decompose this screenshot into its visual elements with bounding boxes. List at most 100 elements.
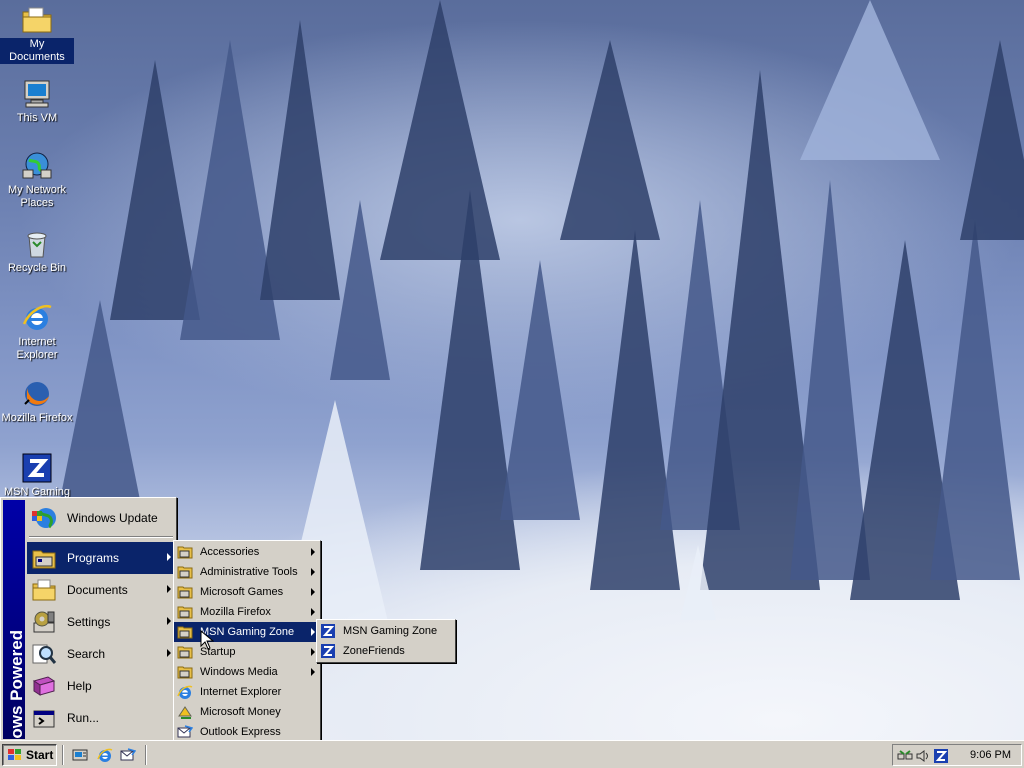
gaming-item-msn-gaming-zone[interactable]: MSN Gaming Zone [317,621,455,641]
gaming-item-zonefriends[interactable]: ZoneFriends [317,641,455,661]
start-item-programs[interactable]: Programs [27,542,175,574]
system-tray: 9:06 PM [892,744,1022,766]
submenu-arrow-icon [311,588,315,596]
msn-zone-icon [321,644,335,658]
windows-update-icon [32,508,56,529]
program-item-label: Internet Explorer [200,686,282,698]
recycle-bin-icon [27,232,47,258]
program-item-microsoft-money[interactable]: Microsoft Money [174,702,320,722]
folder-documents-icon [22,7,52,33]
submenu-arrow-icon [311,668,315,676]
show-desktop-icon[interactable] [72,747,88,763]
help-icon [32,676,56,696]
internet-explorer-icon [177,685,193,699]
program-item-microsoft-games[interactable]: Microsoft Games [174,582,320,602]
program-item-accessories[interactable]: Accessories [174,542,320,562]
desktop-icon-msn-gaming[interactable]: MSN Gaming [0,452,74,499]
taskbar: Start 9:06 PM [0,740,1024,768]
submenu-arrow-icon [167,585,171,593]
start-button-label: Start [26,748,54,762]
program-item-label: Mozilla Firefox [200,606,271,618]
run-icon [33,710,55,728]
program-group-icon [177,646,193,659]
start-item-windows-update[interactable]: Windows Update [27,502,175,534]
program-group-icon [177,566,193,579]
start-item-help[interactable]: Help [27,670,175,702]
internet-explorer-icon [22,305,52,330]
desktop-icon-label: Recycle Bin [7,262,67,274]
submenu-arrow-icon [311,548,315,556]
desktop-icon-label: My Network [7,184,67,196]
program-item-label: Outlook Express [200,726,281,738]
desktop-icon-recycle-bin[interactable]: Recycle Bin [0,228,74,275]
desktop-icon-label: My Documents [0,38,74,64]
desktop-icon-label: Mozilla Firefox [1,412,73,424]
submenu-arrow-icon [167,649,171,657]
start-item-settings[interactable]: Settings [27,606,175,638]
program-group-icon [177,546,193,559]
desktop-icon-label: This VM [16,112,58,124]
desktop-icon-label-line2: Places [20,197,54,209]
network-icon [22,152,52,179]
start-item-label: Programs [67,551,120,565]
program-item-outlook-express[interactable]: Outlook Express [174,722,320,742]
submenu-arrow-icon [167,617,171,625]
program-group-icon [177,586,193,599]
gaming-item-label: MSN Gaming Zone [343,625,438,637]
desktop-icon-label-line2: Explorer [16,349,58,361]
start-item-label: Search [67,647,106,661]
desktop-icon-internet-explorer[interactable]: Internet Explorer [0,302,74,362]
submenu-arrow-icon [311,648,315,656]
start-menu-banner-text: Windows Powered [7,629,26,768]
program-item-label: Microsoft Games [200,586,284,598]
program-item-internet-explorer[interactable]: Internet Explorer [174,682,320,702]
msn-zone-tray-icon[interactable] [933,748,949,764]
program-item-administrative-tools[interactable]: Administrative Tools [174,562,320,582]
program-group-icon [177,606,193,619]
program-item-startup[interactable]: Startup [174,642,320,662]
desktop-icon-my-network-places[interactable]: My Network Places [0,150,74,210]
submenu-arrow-icon [311,568,315,576]
program-group-icon [177,626,193,639]
taskbar-separator [62,745,64,765]
start-item-search[interactable]: Search [27,638,175,670]
submenu-arrow-icon [167,553,171,561]
program-item-windows-media[interactable]: Windows Media [174,662,320,682]
program-group-icon [177,666,193,679]
network-tray-icon[interactable] [897,748,913,764]
start-button[interactable]: Start [2,744,57,766]
internet-explorer-icon[interactable] [97,747,113,763]
programs-icon [32,550,56,569]
msn-zone-icon [321,624,335,638]
desktop-icon-this-vm[interactable]: This VM [0,78,74,125]
submenu-arrow-icon [311,628,315,636]
desktop-icon-my-documents[interactable]: My Documents [0,4,74,64]
volume-icon[interactable] [915,748,931,764]
start-menu-banner: Windows Powered [3,500,26,768]
start-item-documents[interactable]: Documents [27,574,175,606]
outlook-express-icon[interactable] [120,747,136,763]
msn-gaming-icon [22,453,52,483]
start-item-label: Windows Update [67,511,158,525]
taskbar-clock[interactable]: 9:06 PM [970,749,1011,761]
outlook-express-icon [177,725,193,738]
start-item-label: Help [67,679,92,693]
program-item-mozilla-firefox[interactable]: Mozilla Firefox [174,602,320,622]
windows-flag-icon [8,749,21,760]
program-item-label: Windows Media [200,666,278,678]
start-item-label: Documents [67,583,128,597]
desktop-icon-mozilla-firefox[interactable]: Mozilla Firefox [0,378,74,425]
programs-submenu: Accessories Administrative Tools Microso… [173,540,321,744]
start-menu-separator [29,536,173,538]
start-item-label: Settings [67,615,111,629]
program-item-msn-gaming-zone[interactable]: MSN Gaming Zone [174,622,320,642]
mouse-cursor-icon [200,630,214,650]
start-item-run[interactable]: Run... [27,702,175,734]
start-item-label: Run... [67,711,100,725]
microsoft-money-icon [178,706,192,719]
msn-gaming-zone-submenu: MSN Gaming Zone ZoneFriends [316,619,456,663]
start-menu: Windows Powered Windows Update Programs … [0,497,177,768]
program-item-label: Microsoft Money [200,706,281,718]
firefox-icon [24,382,49,406]
settings-icon [33,611,55,633]
